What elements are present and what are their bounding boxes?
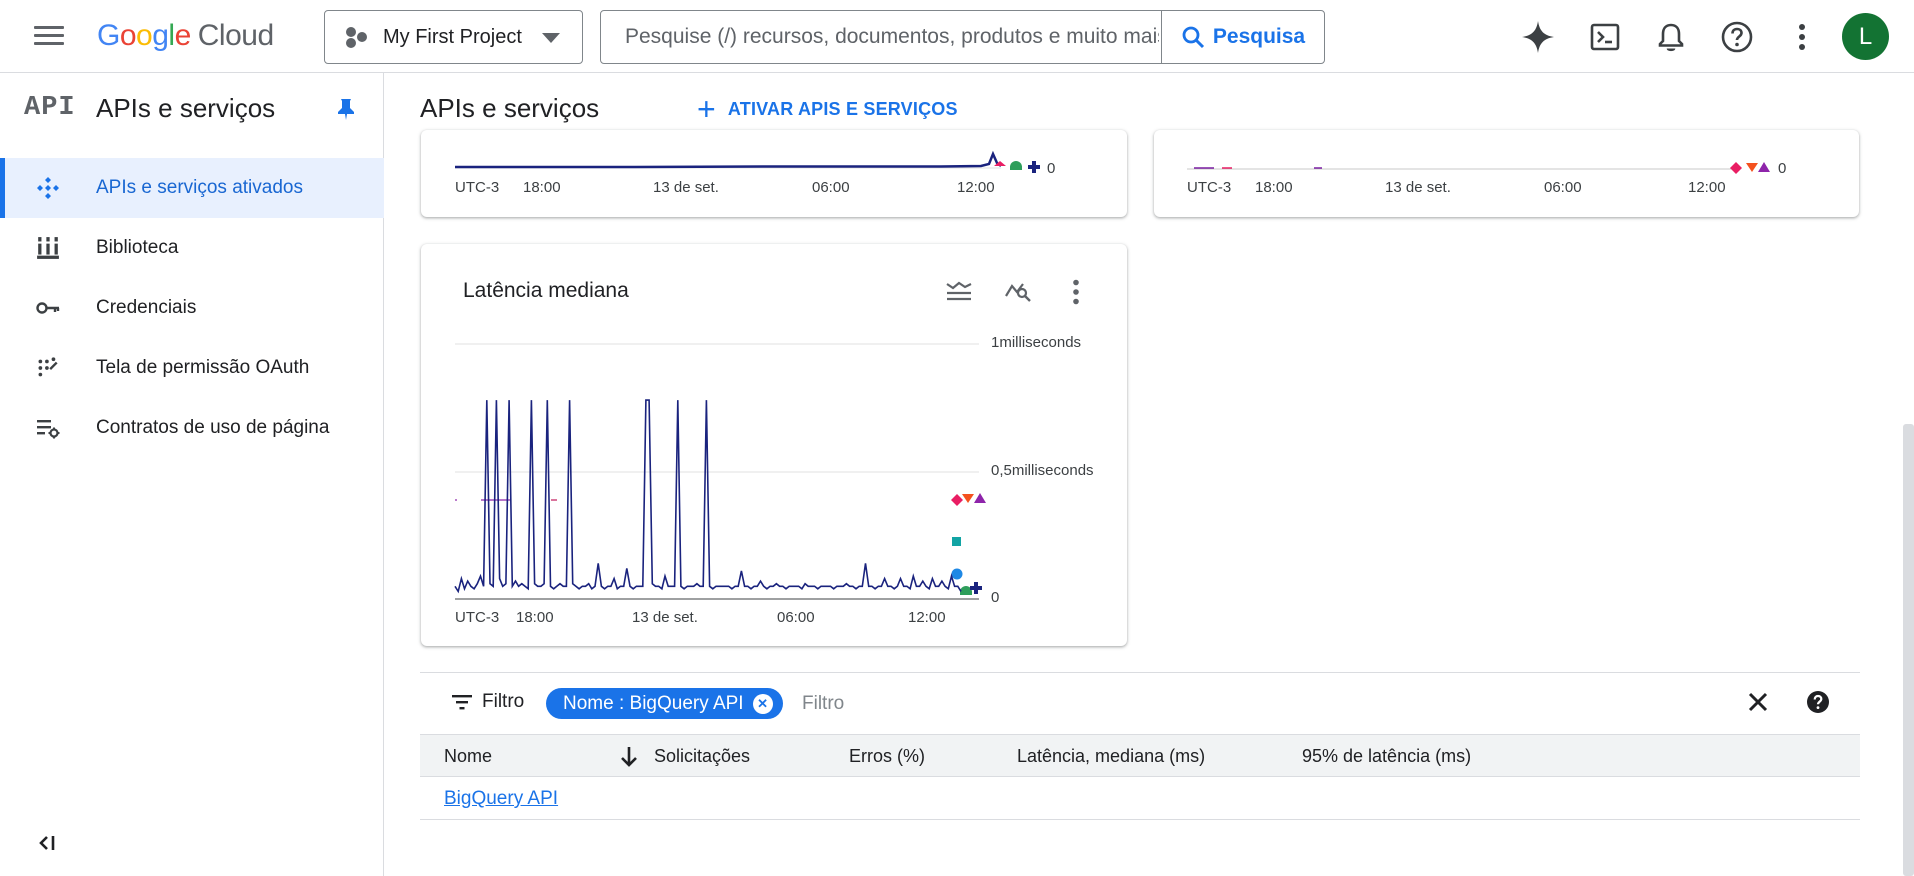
- api-name-link[interactable]: BigQuery API: [444, 788, 558, 810]
- help-icon[interactable]: [1718, 18, 1756, 56]
- sidebar-item-page-usage[interactable]: Contratos de uso de página: [0, 398, 384, 458]
- search-icon: [1182, 26, 1204, 49]
- sidebar-item-label: Tela de permissão OAuth: [96, 357, 310, 378]
- page-scrollbar[interactable]: [1903, 424, 1914, 876]
- latency-chart-plot: [454, 343, 986, 600]
- main-menu-icon[interactable]: [34, 24, 64, 48]
- enable-apis-label: ATIVAR APIS E SERVIÇOS: [727, 98, 958, 119]
- x-tick: 12:00: [1688, 179, 1726, 196]
- x-tick: 13 de set.: [632, 609, 698, 626]
- filter-label: Filtro: [482, 691, 525, 712]
- legend-marker-circle: [951, 568, 963, 580]
- x-tick: 06:00: [812, 179, 850, 196]
- column-header-latency[interactable]: Latência, mediana (ms): [1017, 746, 1205, 767]
- x-tick: 18:00: [1255, 179, 1293, 196]
- project-icon: [346, 27, 367, 48]
- x-tick: 18:00: [523, 179, 561, 196]
- x-tick: UTC-3: [455, 609, 500, 626]
- y-tick: 0,5milliseconds: [991, 462, 1094, 479]
- sidebar-item-enabled-apis[interactable]: APIs e serviços ativados: [0, 158, 384, 218]
- collapse-sidebar-icon[interactable]: [38, 835, 56, 851]
- project-picker[interactable]: My First Project: [324, 10, 583, 64]
- x-tick: 06:00: [1544, 179, 1582, 196]
- traffic-chart-card: UTC-3 18:00 13 de set. 06:00 12:00 0: [421, 130, 1127, 217]
- column-header-latency-95[interactable]: 95% de latência (ms): [1302, 746, 1471, 767]
- more-vert-icon[interactable]: [1783, 18, 1821, 56]
- search-button[interactable]: Pesquisa: [1161, 11, 1324, 63]
- sidebar: API APIs e serviços APIs e serviços ativ…: [0, 73, 384, 876]
- api-diamond-icon: [37, 177, 59, 199]
- account-avatar[interactable]: L: [1842, 13, 1889, 60]
- sidebar-item-credentials[interactable]: Credenciais: [0, 278, 384, 338]
- key-icon: [36, 302, 60, 314]
- sidebar-title: APIs e serviços: [96, 93, 276, 123]
- filter-chip-label: Nome : BigQuery API: [563, 692, 744, 714]
- x-tick: UTC-3: [455, 179, 500, 196]
- table-header: Nome Solicitações Erros (%) Latência, me…: [420, 734, 1860, 777]
- filter-input[interactable]: [800, 687, 1400, 721]
- legend-marker-diamond: [951, 494, 963, 506]
- google-logo-text: Google: [97, 19, 191, 52]
- library-icon: [37, 237, 59, 259]
- latency-chart-card: Latência mediana 1milliseconds 0,5millis…: [421, 244, 1127, 646]
- x-tick: 13 de set.: [1385, 179, 1451, 196]
- x-tick: 06:00: [777, 609, 815, 626]
- errors-chart-card: UTC-3 18:00 13 de set. 06:00 12:00 0: [1154, 130, 1859, 217]
- x-tick: 18:00: [516, 609, 554, 626]
- search-box: Pesquisa: [600, 10, 1325, 64]
- gemini-sparkle-icon[interactable]: [1519, 18, 1557, 56]
- top-bar: Google Cloud My First Project Pesquisa L: [0, 0, 1914, 73]
- cloud-logo-text: Cloud: [197, 19, 274, 52]
- clear-filter-icon[interactable]: [1747, 691, 1769, 713]
- sidebar-item-label: APIs e serviços ativados: [96, 177, 303, 198]
- column-header-requests[interactable]: Solicitações: [654, 746, 750, 767]
- filter-list-icon: [452, 695, 472, 710]
- sidebar-item-label: Biblioteca: [96, 237, 179, 258]
- settings-list-icon: [37, 420, 60, 439]
- y-tick: 0: [1778, 160, 1787, 177]
- pin-icon[interactable]: [336, 97, 356, 121]
- sort-arrow-down-icon[interactable]: [620, 746, 638, 768]
- sidebar-item-label: Contratos de uso de página: [96, 417, 330, 438]
- api-badge: API: [24, 93, 76, 123]
- plus-icon: +: [697, 91, 716, 127]
- filter-button[interactable]: Filtro: [452, 691, 524, 713]
- project-name: My First Project: [383, 25, 522, 48]
- legend-marker-triangle-up: [974, 493, 986, 503]
- sidebar-item-library[interactable]: Biblioteca: [0, 218, 384, 278]
- x-tick: 13 de set.: [653, 179, 719, 196]
- x-tick: 12:00: [957, 179, 995, 196]
- chevron-down-icon: [542, 33, 560, 43]
- column-header-errors[interactable]: Erros (%): [849, 746, 925, 767]
- remove-chip-icon[interactable]: ✕: [752, 693, 773, 714]
- legend-marker-square: [952, 537, 961, 546]
- sidebar-item-label: Credenciais: [96, 297, 197, 318]
- y-tick: 1milliseconds: [991, 334, 1082, 351]
- oauth-icon: [38, 357, 58, 377]
- legend-marker-triangle-down: [962, 494, 974, 503]
- filter-bar: Filtro Nome : BigQuery API ✕: [420, 672, 1860, 734]
- table-row: BigQuery API: [420, 777, 1860, 820]
- filter-chip[interactable]: Nome : BigQuery API ✕: [546, 688, 783, 719]
- google-cloud-logo[interactable]: Google Cloud: [97, 18, 274, 54]
- search-button-label: Pesquisa: [1212, 25, 1306, 48]
- search-input[interactable]: [601, 11, 1161, 63]
- filter-help-icon[interactable]: [1806, 690, 1830, 714]
- page-title: APIs e serviços: [420, 93, 600, 123]
- x-tick: UTC-3: [1187, 179, 1232, 196]
- column-header-name[interactable]: Nome: [444, 746, 492, 767]
- notifications-bell-icon[interactable]: [1652, 18, 1690, 56]
- sidebar-item-oauth[interactable]: Tela de permissão OAuth: [0, 338, 384, 398]
- enable-apis-button[interactable]: + ATIVAR APIS E SERVIÇOS: [697, 93, 958, 125]
- sidebar-header: API APIs e serviços: [0, 73, 384, 145]
- y-tick: 0: [1047, 160, 1056, 177]
- y-tick: 0: [991, 589, 1000, 606]
- latency-series-line: [454, 399, 962, 594]
- x-tick: 12:00: [908, 609, 946, 626]
- cloud-shell-icon[interactable]: [1586, 18, 1624, 56]
